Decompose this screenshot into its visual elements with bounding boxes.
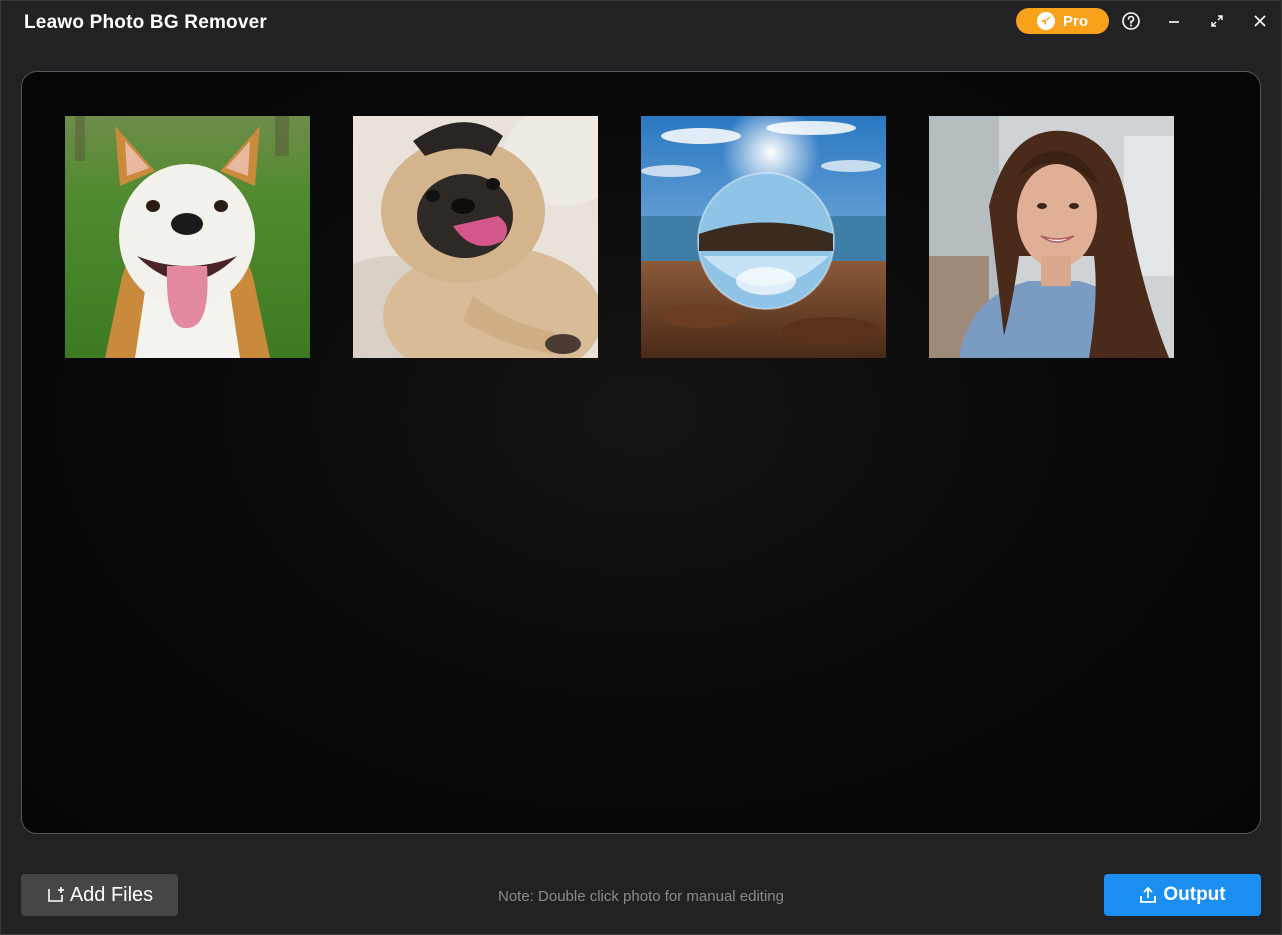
output-button[interactable]: Output [1104, 874, 1261, 916]
title-bar: Leawo Photo BG Remover Pro [0, 0, 1282, 48]
close-icon [1254, 15, 1266, 27]
photo-thumbnail-woman[interactable] [929, 116, 1174, 358]
photo-thumbnail-dog[interactable] [65, 116, 310, 358]
pro-upgrade-button[interactable]: Pro [1016, 8, 1109, 34]
minimize-icon [1169, 21, 1179, 23]
photo-thumbnail-pug[interactable] [353, 116, 598, 358]
close-button[interactable] [1249, 10, 1271, 32]
pro-label: Pro [1062, 12, 1088, 30]
help-button[interactable] [1120, 10, 1142, 32]
photo-canvas[interactable] [21, 71, 1261, 834]
rocket-icon [1036, 12, 1055, 30]
app-title: Leawo Photo BG Remover [24, 12, 267, 33]
bottom-bar: Add Files Note: Double click photo for m… [0, 860, 1282, 935]
editing-note: Note: Double click photo for manual edit… [498, 888, 784, 905]
output-label: Output [1163, 884, 1226, 905]
help-icon [1122, 12, 1140, 30]
photo-thumbnail-crystal-ball[interactable] [641, 116, 886, 358]
export-icon [1140, 886, 1157, 903]
maximize-button[interactable] [1206, 10, 1228, 32]
minimize-button[interactable] [1163, 10, 1185, 32]
maximize-icon [1211, 15, 1223, 27]
